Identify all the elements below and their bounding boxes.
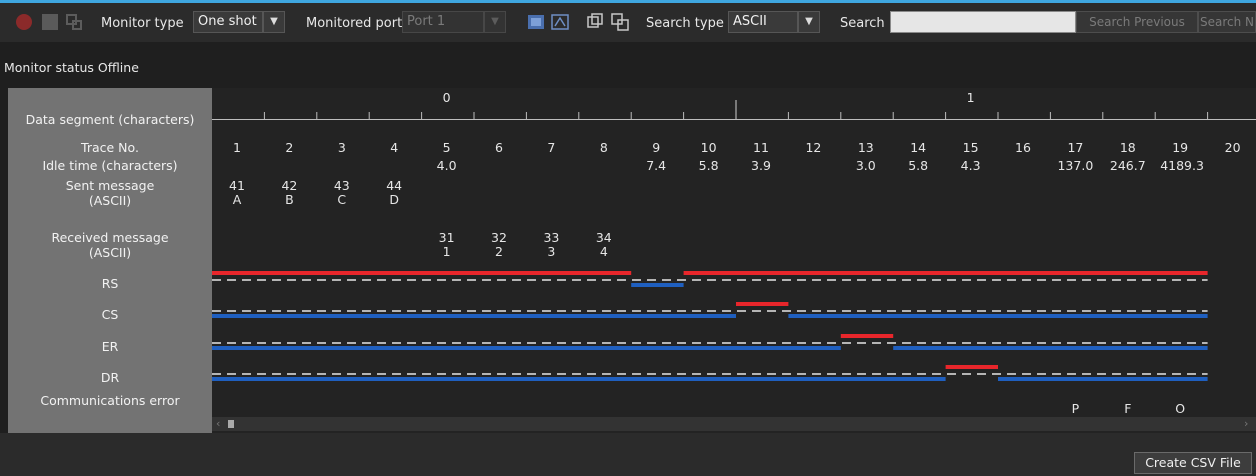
hex-view-icon[interactable] bbox=[526, 12, 546, 32]
trace-no-cell: 18 bbox=[1119, 140, 1136, 155]
sent-hex-cell: 41 bbox=[229, 178, 245, 193]
sent-char-cell: B bbox=[285, 192, 294, 207]
idle-time-cell: 3.9 bbox=[751, 158, 771, 173]
scroll-right-icon[interactable]: › bbox=[1244, 417, 1248, 431]
row-label-received-message-sub: (ASCII) bbox=[88, 245, 132, 260]
trace-no-cell: 12 bbox=[805, 140, 822, 155]
trace-no-cell: 16 bbox=[1015, 140, 1031, 155]
idle-time-cell: 5.8 bbox=[698, 158, 719, 173]
row-label-er: ER bbox=[101, 339, 119, 354]
sent-hex-cell: 44 bbox=[386, 178, 403, 193]
trace-no-cell: 10 bbox=[700, 140, 717, 155]
bottom-bar bbox=[0, 433, 1256, 476]
trace-no-cell: 2 bbox=[285, 140, 294, 155]
idle-time-cell: 137.0 bbox=[1057, 158, 1094, 173]
trace-no-cell: 20 bbox=[1224, 140, 1241, 155]
received-hex-cell: 31 bbox=[438, 230, 455, 245]
monitor-type-select[interactable]: One shot bbox=[193, 11, 263, 33]
row-label-data-segment: Data segment (characters) bbox=[25, 112, 195, 127]
received-char-cell: 1 bbox=[442, 244, 451, 259]
trace-no-cell: 13 bbox=[857, 140, 874, 155]
sent-hex-cell: 43 bbox=[333, 178, 350, 193]
received-hex-cell: 34 bbox=[595, 230, 612, 245]
received-char-cell: 3 bbox=[547, 244, 556, 259]
monitored-port-select[interactable]: Port 1 bbox=[402, 11, 484, 33]
trace-no-cell: 4 bbox=[390, 140, 399, 155]
comm-error-cell: F bbox=[1124, 401, 1132, 416]
trace-no-cell: 19 bbox=[1172, 140, 1189, 155]
search-type-select[interactable]: ASCII bbox=[728, 11, 798, 33]
trace-grid[interactable]: 0 1 1 41 A 2 42 B 3 43 C 4 44 D 5 4.0 31 1 6 32 2 7 33 3 8 34 4 9 7.… bbox=[212, 88, 1256, 433]
scroll-thumb[interactable] bbox=[228, 420, 234, 428]
row-label-rs: RS bbox=[101, 276, 119, 291]
comm-error-cell: P bbox=[1071, 401, 1080, 416]
idle-time-cell: 4.3 bbox=[960, 158, 981, 173]
sent-char-cell: C bbox=[337, 192, 347, 207]
received-hex-cell: 33 bbox=[543, 230, 560, 245]
collapse-icon[interactable] bbox=[610, 12, 630, 32]
ascii-view-icon[interactable] bbox=[550, 12, 570, 32]
trace-no-cell: 6 bbox=[495, 140, 503, 155]
trace-no-cell: 17 bbox=[1067, 140, 1084, 155]
monitor-toolbar: Monitor type One shot ▼ Monitored port P… bbox=[0, 0, 1256, 42]
create-csv-button[interactable]: Create CSV File bbox=[1134, 452, 1252, 474]
idle-time-cell: 5.8 bbox=[908, 158, 929, 173]
monitor-type-dropdown-arrow[interactable]: ▼ bbox=[263, 11, 285, 33]
row-label-dr: DR bbox=[100, 370, 120, 385]
stop-icon[interactable] bbox=[40, 12, 60, 32]
row-label-sent-message: Sent message bbox=[65, 178, 155, 193]
sent-hex-cell: 42 bbox=[281, 178, 298, 193]
row-label-idle-time: Idle time (characters) bbox=[42, 158, 178, 173]
monitor-status: Monitor status Offline bbox=[4, 60, 139, 75]
segment-label: 1 bbox=[966, 90, 975, 105]
trace-no-cell: 8 bbox=[599, 140, 608, 155]
monitored-port-label: Monitored port bbox=[306, 16, 403, 31]
idle-time-cell: 4189.3 bbox=[1160, 158, 1204, 173]
horizontal-scrollbar[interactable]: ‹ › bbox=[212, 417, 1256, 431]
segment-label: 0 bbox=[442, 90, 451, 105]
search-input[interactable] bbox=[890, 11, 1076, 33]
row-label-sent-message-sub: (ASCII) bbox=[88, 193, 132, 208]
sent-char-cell: A bbox=[232, 192, 242, 207]
trace-no-cell: 11 bbox=[753, 140, 769, 155]
row-labels-panel: Data segment (characters) Trace No. Idle… bbox=[8, 88, 212, 433]
trace-no-cell: 7 bbox=[547, 140, 556, 155]
trace-no-cell: 3 bbox=[337, 140, 346, 155]
trace-no-cell: 14 bbox=[910, 140, 927, 155]
comm-error-cell: O bbox=[1175, 401, 1186, 416]
row-label-received-message: Received message bbox=[51, 230, 169, 245]
signal-timeline bbox=[212, 100, 1256, 381]
monitored-port-dropdown-arrow[interactable]: ▼ bbox=[484, 11, 506, 33]
trace-no-cell: 15 bbox=[962, 140, 979, 155]
row-label-cs: CS bbox=[101, 307, 119, 322]
trace-no-cell: 5 bbox=[442, 140, 451, 155]
trace-no-cell: 1 bbox=[233, 140, 241, 155]
sent-char-cell: D bbox=[389, 192, 399, 207]
row-label-trace-no: Trace No. bbox=[81, 140, 139, 155]
search-type-label: Search type bbox=[646, 16, 724, 31]
record-icon[interactable] bbox=[14, 12, 34, 32]
trace-no-cell: 9 bbox=[652, 140, 661, 155]
search-next-button[interactable]: Search N bbox=[1198, 11, 1256, 33]
search-label: Search bbox=[840, 16, 885, 31]
monitor-type-label: Monitor type bbox=[101, 16, 184, 31]
search-previous-button[interactable]: Search Previous bbox=[1076, 11, 1198, 33]
row-label-comm-error: Communications error bbox=[40, 393, 180, 408]
idle-time-cell: 3.0 bbox=[855, 158, 876, 173]
expand-icon[interactable] bbox=[585, 12, 605, 32]
idle-time-cell: 4.0 bbox=[436, 158, 457, 173]
received-char-cell: 2 bbox=[495, 244, 503, 259]
search-type-dropdown-arrow[interactable]: ▼ bbox=[798, 11, 820, 33]
received-char-cell: 4 bbox=[599, 244, 608, 259]
idle-time-cell: 7.4 bbox=[646, 158, 667, 173]
settings-icon[interactable] bbox=[64, 12, 84, 32]
scroll-left-icon[interactable]: ‹ bbox=[216, 417, 220, 431]
received-hex-cell: 32 bbox=[491, 230, 507, 245]
idle-time-cell: 246.7 bbox=[1109, 158, 1146, 173]
